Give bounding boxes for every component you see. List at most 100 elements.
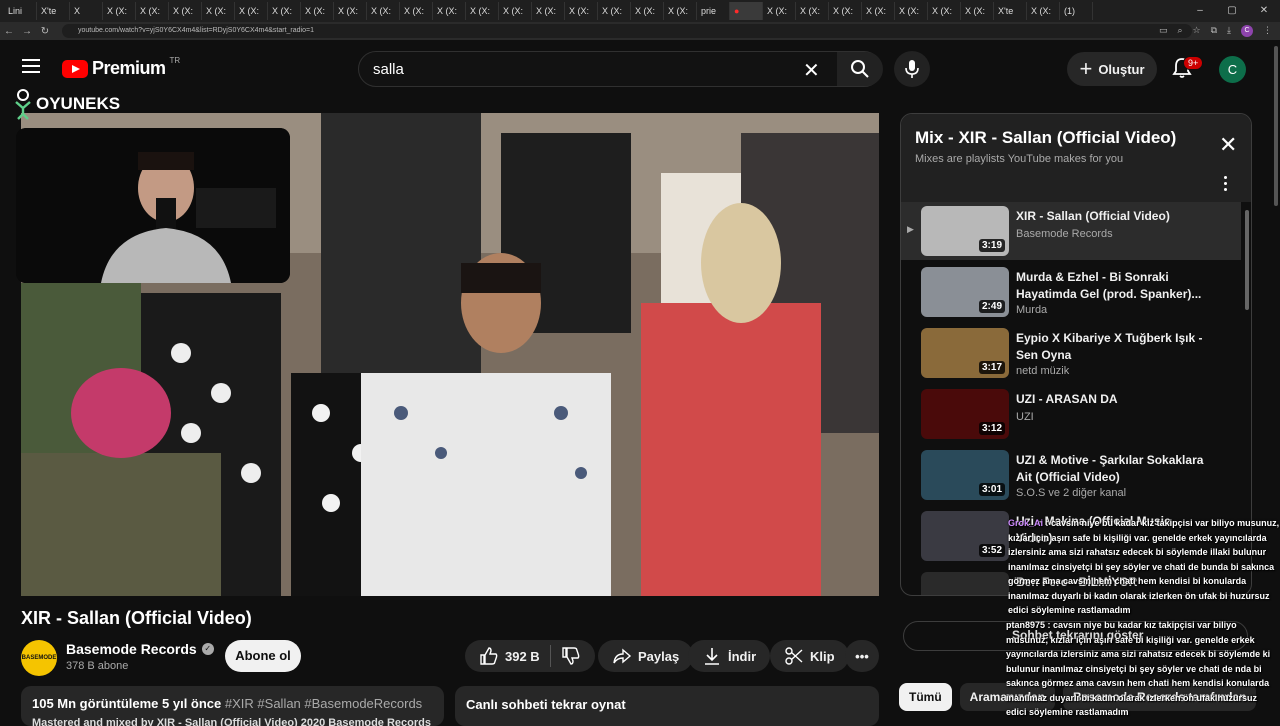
browser-tab[interactable]: X (X: bbox=[763, 2, 796, 20]
browser-tab[interactable]: X (X: bbox=[829, 2, 862, 20]
playlist-thumbnail[interactable]: 3:01 bbox=[921, 450, 1009, 500]
browser-tab[interactable]: X (X: bbox=[235, 2, 268, 20]
browser-tab[interactable]: X'te bbox=[994, 2, 1027, 20]
browser-tab[interactable]: X'te bbox=[37, 2, 70, 20]
channel-avatar[interactable]: BASEMODE bbox=[21, 640, 57, 676]
thumbs-down-icon[interactable] bbox=[561, 646, 581, 666]
bookmark-star-icon[interactable]: ☆ bbox=[1193, 25, 1201, 37]
channel-name[interactable]: Basemode Records bbox=[66, 641, 197, 657]
cast-icon[interactable]: ▭ bbox=[1159, 25, 1168, 37]
browser-tab[interactable]: X (X: bbox=[796, 2, 829, 20]
browser-tab[interactable]: X bbox=[70, 2, 103, 20]
browser-tab[interactable]: ● bbox=[730, 2, 763, 20]
search-icon bbox=[851, 60, 869, 78]
browser-tab[interactable]: X (X: bbox=[103, 2, 136, 20]
thumbs-up-icon[interactable] bbox=[479, 646, 499, 666]
download-button[interactable]: İndir bbox=[688, 640, 771, 672]
create-button[interactable]: + Oluştur bbox=[1067, 52, 1157, 86]
menu-icon[interactable] bbox=[22, 59, 40, 73]
browser-tab[interactable]: X (X: bbox=[268, 2, 301, 20]
browser-tab[interactable]: X (X: bbox=[367, 2, 400, 20]
url-field[interactable]: youtube.com/watch?v=yjS0Y6CX4m4&list=RDy… bbox=[62, 24, 1192, 38]
clip-button[interactable]: Klip bbox=[770, 640, 849, 672]
search-button[interactable] bbox=[837, 52, 883, 86]
browser-tab[interactable]: X (X: bbox=[862, 2, 895, 20]
more-actions-button[interactable]: ••• bbox=[845, 640, 879, 672]
back-icon[interactable]: ← bbox=[0, 26, 18, 37]
browser-menu-icon[interactable]: ⋮ bbox=[1263, 25, 1272, 37]
extensions-icon[interactable]: ⧉ bbox=[1211, 25, 1217, 37]
account-avatar[interactable]: C bbox=[1219, 56, 1246, 83]
browser-tab[interactable]: (1) bbox=[1060, 2, 1093, 20]
playlist-item[interactable]: 3:01 UZI & Motive - Şarkılar Sokaklara Ai… bbox=[901, 446, 1241, 504]
browser-tab[interactable]: X (X: bbox=[1027, 2, 1060, 20]
browser-tab[interactable]: X (X: bbox=[334, 2, 367, 20]
maximize-icon[interactable]: ▢ bbox=[1216, 0, 1248, 22]
browser-tab[interactable]: X (X: bbox=[202, 2, 235, 20]
playlist-item-title[interactable]: Eypio X Kibariye X Tuğberk Işık - Sen Oy… bbox=[1016, 330, 1206, 364]
playlist-more-icon[interactable] bbox=[1224, 176, 1228, 194]
playlist-item[interactable]: 2:49 Murda & Ezhel - Bi Sonraki Hayatimda… bbox=[901, 263, 1241, 321]
webcam-overlay bbox=[16, 128, 290, 283]
browser-tab[interactable]: X (X: bbox=[169, 2, 202, 20]
browser-tab[interactable]: prie bbox=[697, 2, 730, 20]
browser-tab-label: X bbox=[74, 6, 81, 16]
browser-tab[interactable]: X (X: bbox=[499, 2, 532, 20]
playlist-thumbnail[interactable]: 3:12 bbox=[921, 389, 1009, 439]
like-count[interactable]: 392 B bbox=[505, 649, 540, 664]
zoom-icon[interactable]: ⌕ bbox=[1177, 25, 1182, 37]
playlist-item-title[interactable]: UZI - ARASAN DA bbox=[1016, 391, 1206, 408]
search-box[interactable]: salla ✕ bbox=[358, 51, 883, 87]
browser-tab-label: prie bbox=[701, 6, 717, 16]
browser-tab[interactable]: X (X: bbox=[301, 2, 334, 20]
chip-all[interactable]: Tümü bbox=[899, 683, 952, 711]
playlist-thumbnail[interactable]: 3:17 bbox=[921, 328, 1009, 378]
browser-tab[interactable]: X (X: bbox=[664, 2, 697, 20]
browser-tab-label: X (X: bbox=[1031, 6, 1052, 16]
download-icon[interactable]: ⤓ bbox=[1227, 25, 1231, 37]
playlist-item[interactable]: ▶ 3:19 XIR - Sallan (Official Video) Basemo… bbox=[901, 202, 1241, 260]
browser-tab[interactable]: X (X: bbox=[598, 2, 631, 20]
browser-tab[interactable]: X (X: bbox=[136, 2, 169, 20]
playlist-item[interactable]: 3:17 Eypio X Kibariye X Tuğberk Işık - Se… bbox=[901, 324, 1241, 382]
share-button[interactable]: Paylaş bbox=[598, 640, 694, 672]
playlist-thumbnail[interactable]: 3:52 bbox=[921, 511, 1009, 561]
browser-tab[interactable]: X (X: bbox=[565, 2, 598, 20]
browser-tab[interactable]: Lini bbox=[4, 2, 37, 20]
browser-tab[interactable]: X (X: bbox=[466, 2, 499, 20]
notification-count-badge: 9+ bbox=[1183, 56, 1204, 70]
browser-tab[interactable]: X (X: bbox=[532, 2, 565, 20]
close-window-icon[interactable]: ✕ bbox=[1248, 0, 1280, 22]
browser-tab[interactable]: X (X: bbox=[433, 2, 466, 20]
mix-title[interactable]: Mix - XIR - Sallan (Official Video) bbox=[915, 128, 1176, 148]
browser-tab[interactable]: X (X: bbox=[895, 2, 928, 20]
playlist-item-title[interactable]: Murda & Ezhel - Bi Sonraki Hayatimda Gel… bbox=[1016, 269, 1206, 303]
browser-tab[interactable]: X (X: bbox=[400, 2, 433, 20]
youtube-premium-logo[interactable]: Premium TR bbox=[62, 56, 180, 79]
playlist-thumbnail[interactable] bbox=[921, 572, 1009, 595]
forward-icon[interactable]: → bbox=[18, 26, 36, 37]
microphone-icon bbox=[905, 60, 919, 78]
browser-tab[interactable]: X (X: bbox=[928, 2, 961, 20]
close-playlist-icon[interactable]: ✕ bbox=[1219, 134, 1237, 156]
playlist-item-title[interactable]: UZI & Motive - Şarkılar Sokaklara Ait (O… bbox=[1016, 452, 1206, 486]
playlist-thumbnail[interactable]: 2:49 bbox=[921, 267, 1009, 317]
subscribe-button[interactable]: Abone ol bbox=[225, 640, 301, 672]
playlist-scrollbar[interactable] bbox=[1245, 210, 1249, 310]
minimize-icon[interactable]: – bbox=[1184, 0, 1216, 22]
playlist-item[interactable]: 3:12 UZI - ARASAN DA UZI bbox=[901, 385, 1241, 443]
hashtags[interactable]: #XIR #Sallan #BasemodeRecords bbox=[225, 696, 422, 711]
browser-tab[interactable]: X (X: bbox=[631, 2, 664, 20]
profile-avatar[interactable]: C bbox=[1241, 25, 1253, 37]
search-input[interactable]: salla bbox=[373, 61, 404, 78]
clear-search-icon[interactable]: ✕ bbox=[803, 58, 820, 83]
reload-icon[interactable]: ↻ bbox=[36, 26, 54, 37]
clip-label: Klip bbox=[810, 648, 835, 664]
voice-search-button[interactable] bbox=[894, 51, 930, 87]
playlist-thumbnail[interactable]: 3:19 bbox=[921, 206, 1009, 256]
live-chat-replay-card[interactable]: Canlı sohbeti tekrar oynat bbox=[455, 686, 879, 726]
description-box[interactable]: 105 Mn görüntüleme 5 yıl önce #XIR #Sall… bbox=[21, 686, 444, 726]
browser-tab[interactable]: X (X: bbox=[961, 2, 994, 20]
playlist-item-channel: Basemode Records bbox=[1016, 228, 1113, 240]
playlist-item-title[interactable]: XIR - Sallan (Official Video) bbox=[1016, 208, 1206, 225]
